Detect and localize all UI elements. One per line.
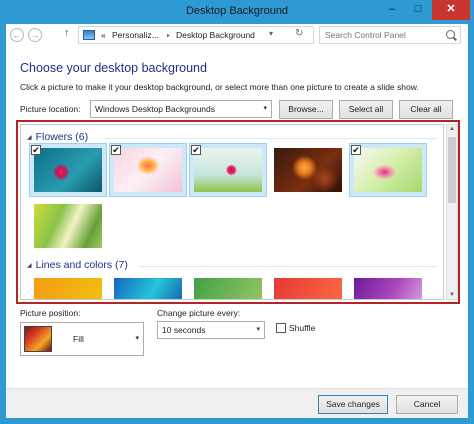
back-button[interactable]: ← xyxy=(10,28,24,42)
thumbnail-image xyxy=(34,148,102,192)
scroll-up-icon[interactable]: ▲ xyxy=(447,126,457,132)
thumbnail-image xyxy=(34,204,102,248)
thumbnail-image xyxy=(354,148,422,192)
thumbnail-lines-1[interactable] xyxy=(29,273,107,299)
breadcrumb-desktop-background[interactable]: Desktop Background xyxy=(176,30,255,40)
group-header-lines-and-colors[interactable]: ◢ Lines and colors (7) xyxy=(27,259,128,271)
thumbnail-checkbox[interactable]: ✔ xyxy=(351,145,361,155)
dialog-footer: Save changes Cancel xyxy=(6,388,468,418)
select-all-button[interactable]: Select all xyxy=(339,100,393,119)
picture-location-label: Picture location: xyxy=(20,104,81,114)
picture-position-value: Fill xyxy=(73,334,84,344)
scroll-thumb[interactable] xyxy=(448,137,456,203)
collapse-triangle-icon[interactable]: ◢ xyxy=(27,263,32,269)
thumbnail-checkbox[interactable]: ✔ xyxy=(31,145,41,155)
thumbnail-image xyxy=(114,278,182,299)
shuffle-checkbox-box[interactable] xyxy=(276,323,286,333)
group-label: Flowers (6) xyxy=(35,131,89,143)
picture-location-select[interactable]: Windows Desktop Backgrounds ▾ xyxy=(90,100,272,118)
thumbnail-image xyxy=(274,148,342,192)
search-icon[interactable] xyxy=(446,30,455,39)
breadcrumb-personalization[interactable]: Personaliz... xyxy=(112,30,159,40)
thumbnail-checkbox[interactable]: ✔ xyxy=(191,145,201,155)
thumbnail-lines-5[interactable] xyxy=(349,273,427,299)
group-divider xyxy=(105,138,437,139)
picture-location-value: Windows Desktop Backgrounds xyxy=(95,104,216,114)
up-button[interactable]: ↑ xyxy=(64,27,70,39)
chevron-down-icon: ▾ xyxy=(263,105,267,112)
thumbnail-image xyxy=(194,148,262,192)
close-button[interactable]: ✕ xyxy=(432,0,470,20)
window-frame: Desktop Background – □ ✕ ← → ↑ « Persona… xyxy=(0,0,474,424)
shuffle-label: Shuffle xyxy=(289,323,316,333)
thumbnail-lines-3[interactable] xyxy=(189,273,267,299)
thumbnail-checkbox[interactable]: ✔ xyxy=(111,145,121,155)
picture-position-select[interactable]: Fill ▾ xyxy=(20,322,144,356)
page-title: Choose your desktop background xyxy=(20,61,207,75)
thumbnail-flowers-6[interactable] xyxy=(29,199,107,253)
maximize-button[interactable]: □ xyxy=(406,0,430,20)
control-panel-icon xyxy=(83,30,95,40)
navigation-bar: ← → ↑ « Personaliz... ▸ Desktop Backgrou… xyxy=(6,24,468,48)
thumbnail-image xyxy=(354,278,422,299)
group-header-flowers[interactable]: ◢ Flowers (6) xyxy=(27,131,88,143)
breadcrumb-separator-icon[interactable]: ▸ xyxy=(167,32,170,39)
title-bar[interactable]: Desktop Background – □ ✕ xyxy=(0,0,474,24)
thumbnail-flowers-3[interactable]: ✔ xyxy=(189,143,267,197)
change-interval-value: 10 seconds xyxy=(162,325,206,335)
refresh-icon[interactable]: ↻ xyxy=(295,28,303,39)
thumbnail-flowers-4[interactable] xyxy=(269,143,347,197)
picture-position-label: Picture position: xyxy=(20,308,81,318)
minimize-button[interactable]: – xyxy=(380,0,404,20)
thumbnail-flowers-2[interactable]: ✔ xyxy=(109,143,187,197)
address-bar[interactable]: « Personaliz... ▸ Desktop Background ▾ ↻ xyxy=(78,26,314,44)
thumbnail-flowers-5[interactable]: ✔ xyxy=(349,143,427,197)
picture-gallery: ◢ Flowers (6) ✔ ✔ ✔ ✔ ◢ Lines and colors… xyxy=(16,120,460,304)
dialog-body: ← → ↑ « Personaliz... ▸ Desktop Backgrou… xyxy=(6,24,468,418)
group-divider xyxy=(139,266,437,267)
collapse-triangle-icon[interactable]: ◢ xyxy=(27,135,32,141)
save-changes-button[interactable]: Save changes xyxy=(318,395,388,414)
chevron-down-icon: ▾ xyxy=(256,326,260,333)
chevron-down-icon: ▾ xyxy=(135,335,139,342)
change-interval-select[interactable]: 10 seconds ▾ xyxy=(157,321,265,339)
cancel-button[interactable]: Cancel xyxy=(396,395,458,414)
forward-button[interactable]: → xyxy=(28,28,42,42)
instruction-text: Click a picture to make it your desktop … xyxy=(20,82,419,92)
search-input[interactable] xyxy=(325,29,437,41)
change-interval-label: Change picture every: xyxy=(157,308,241,318)
thumbnail-image xyxy=(114,148,182,192)
thumbnail-image xyxy=(34,278,102,299)
thumbnail-lines-4[interactable] xyxy=(269,273,347,299)
gallery-scrollbar[interactable]: ▲ ▼ xyxy=(446,124,458,300)
picture-list[interactable]: ◢ Flowers (6) ✔ ✔ ✔ ✔ ◢ Lines and colors… xyxy=(20,124,444,300)
group-label: Lines and colors (7) xyxy=(35,259,128,271)
thumbnail-lines-2[interactable] xyxy=(109,273,187,299)
thumbnail-image xyxy=(194,278,262,299)
address-dropdown-icon[interactable]: ▾ xyxy=(269,29,273,38)
clear-all-button[interactable]: Clear all xyxy=(399,100,453,119)
thumbnail-image xyxy=(274,278,342,299)
browse-button[interactable]: Browse... xyxy=(279,100,333,119)
scroll-down-icon[interactable]: ▼ xyxy=(447,292,457,298)
thumbnail-flowers-1[interactable]: ✔ xyxy=(29,143,107,197)
position-preview-image xyxy=(24,326,52,352)
breadcrumb-overflow[interactable]: « xyxy=(101,30,106,40)
shuffle-checkbox[interactable]: Shuffle xyxy=(276,323,315,333)
search-box[interactable] xyxy=(319,26,461,44)
